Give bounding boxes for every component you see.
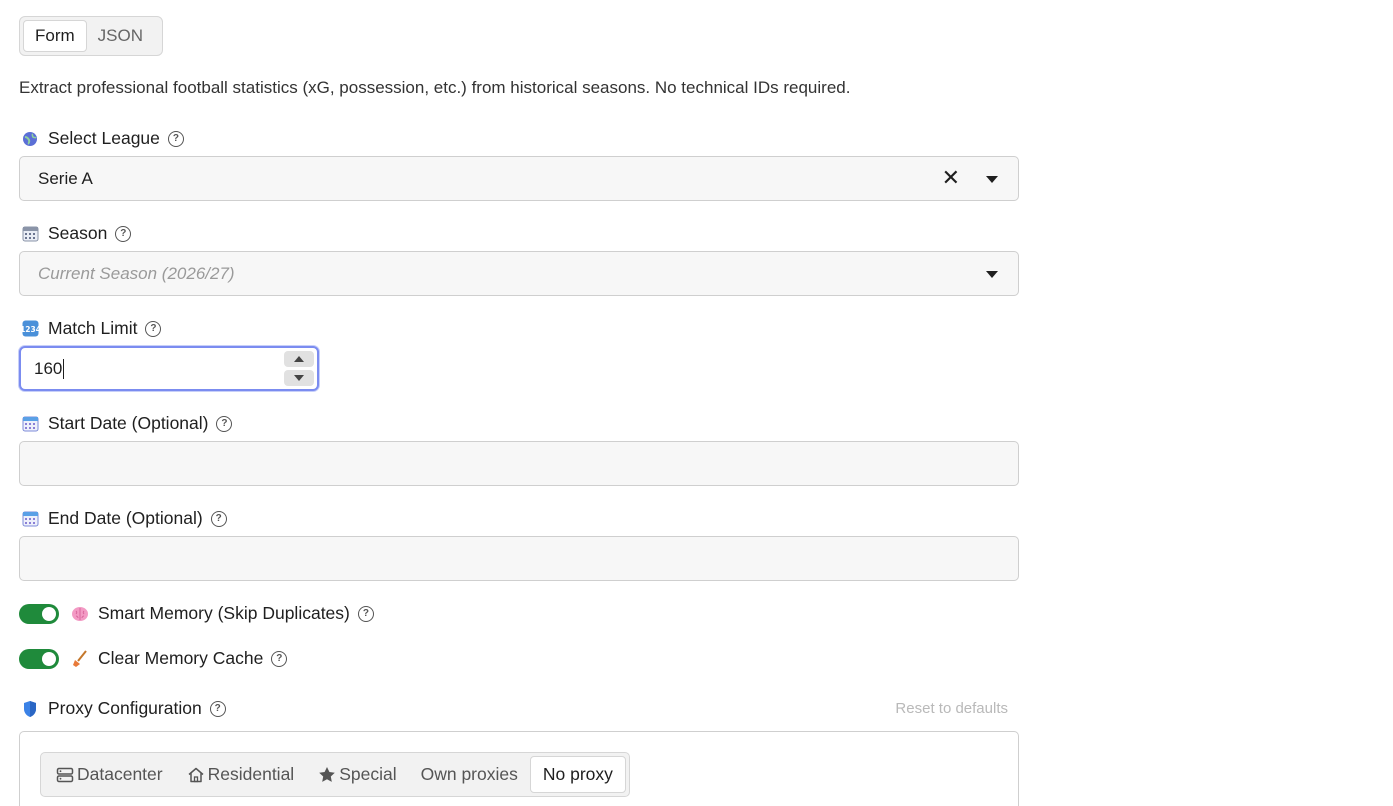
match-limit-value: 160 — [34, 358, 63, 378]
end-date-input[interactable] — [19, 536, 1019, 581]
numbers-icon: 1234 — [21, 320, 39, 338]
brain-icon — [71, 605, 89, 623]
season-label: Season — [48, 223, 108, 243]
end-date-label-row: End Date (Optional) ? — [21, 508, 227, 529]
clear-cache-label: Clear Memory Cache — [98, 648, 264, 668]
proxy-label: Proxy Configuration — [48, 698, 202, 718]
proxy-tab-own-label: Own proxies — [420, 764, 518, 784]
start-date-label: Start Date (Optional) — [48, 413, 209, 433]
calendar-icon — [21, 225, 39, 243]
star-icon — [319, 767, 335, 782]
season-placeholder: Current Season (2026/27) — [38, 263, 235, 283]
start-date-label-row: Start Date (Optional) ? — [21, 413, 233, 434]
league-label: Select League — [48, 128, 160, 148]
season-select[interactable]: Current Season (2026/27) — [19, 251, 1019, 296]
decrement-button[interactable] — [284, 370, 314, 386]
clear-icon[interactable]: ✕ — [942, 167, 960, 189]
proxy-tab-residential[interactable]: Residential — [175, 756, 307, 793]
tab-form[interactable]: Form — [23, 20, 87, 52]
shield-icon — [21, 700, 39, 718]
proxy-config-panel: Datacenter Residential Special Own proxi… — [19, 731, 1019, 806]
end-date-label: End Date (Optional) — [48, 508, 203, 528]
home-icon — [188, 767, 204, 782]
help-icon[interactable]: ? — [210, 510, 227, 527]
proxy-type-tabs: Datacenter Residential Special Own proxi… — [40, 752, 630, 797]
match-limit-label: Match Limit — [48, 318, 138, 338]
reset-defaults-link[interactable]: Reset to defaults — [895, 700, 1008, 717]
broom-icon — [71, 649, 89, 668]
actor-description: Extract professional football statistics… — [19, 78, 851, 97]
arrow-down-icon — [294, 375, 304, 381]
proxy-tab-none-label: No proxy — [542, 764, 613, 784]
help-icon[interactable]: ? — [357, 605, 374, 622]
help-icon[interactable]: ? — [145, 320, 162, 337]
league-label-row: Select League ? — [21, 128, 184, 149]
chevron-down-icon[interactable] — [986, 176, 998, 183]
tab-json[interactable]: JSON — [87, 20, 154, 52]
proxy-tab-datacenter-label: Datacenter — [77, 764, 163, 784]
help-icon[interactable]: ? — [271, 650, 288, 667]
chevron-down-icon[interactable] — [986, 271, 998, 278]
start-date-input[interactable] — [19, 441, 1019, 486]
proxy-tab-special[interactable]: Special — [306, 756, 408, 793]
server-icon — [56, 767, 74, 782]
help-icon[interactable]: ? — [115, 225, 132, 242]
text-cursor — [63, 358, 65, 379]
calendar-icon — [21, 415, 39, 433]
proxy-tab-none[interactable]: No proxy — [529, 756, 626, 793]
arrow-up-icon — [294, 356, 304, 362]
match-limit-input[interactable]: 160 — [19, 346, 319, 391]
smart-memory-row: Smart Memory (Skip Duplicates) ? — [19, 603, 374, 624]
proxy-tab-special-label: Special — [339, 764, 397, 784]
proxy-tab-own[interactable]: Own proxies — [409, 756, 530, 793]
svg-text:1234: 1234 — [22, 325, 39, 334]
clear-cache-toggle[interactable] — [19, 648, 59, 669]
proxy-label-row: Proxy Configuration ? — [21, 698, 226, 719]
clear-cache-row: Clear Memory Cache ? — [19, 648, 288, 669]
league-value: Serie A — [38, 168, 93, 188]
globe-icon — [21, 130, 39, 148]
season-label-row: Season ? — [21, 223, 132, 244]
help-icon[interactable]: ? — [167, 130, 184, 147]
match-limit-label-row: 1234 Match Limit ? — [21, 318, 162, 339]
help-icon[interactable]: ? — [216, 415, 233, 432]
calendar-icon — [21, 510, 39, 528]
proxy-tab-residential-label: Residential — [207, 764, 295, 784]
league-select[interactable]: Serie A ✕ — [19, 156, 1019, 201]
help-icon[interactable]: ? — [209, 700, 226, 717]
mode-tabs: Form JSON — [19, 16, 163, 56]
smart-memory-label: Smart Memory (Skip Duplicates) — [98, 603, 350, 623]
proxy-tab-datacenter[interactable]: Datacenter — [44, 756, 175, 793]
smart-memory-toggle[interactable] — [19, 603, 59, 624]
increment-button[interactable] — [284, 351, 314, 367]
